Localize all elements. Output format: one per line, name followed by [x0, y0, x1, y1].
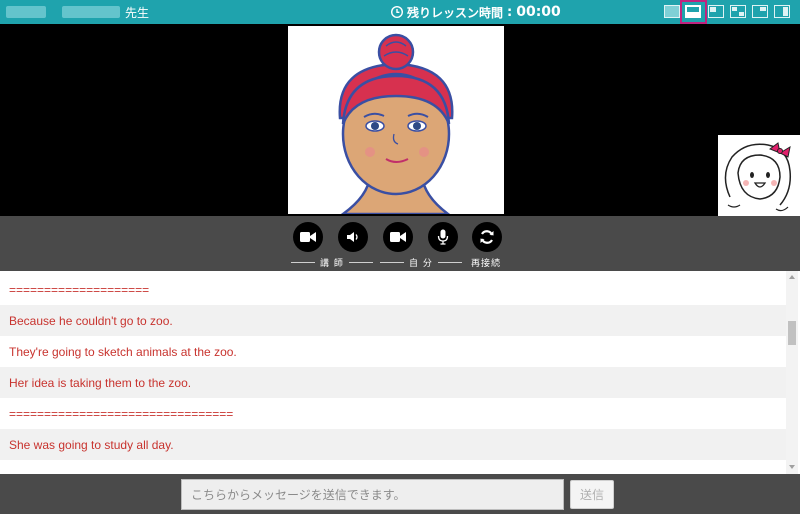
teacher-controls-label-group: 講 師: [291, 256, 373, 269]
chat-log: ==================== Because he couldn't…: [0, 271, 800, 474]
timer-value: 00:00: [516, 4, 561, 20]
chat-scrollbar[interactable]: [786, 271, 798, 474]
layout-icon: [708, 5, 724, 18]
layout-option-3[interactable]: [708, 5, 724, 18]
layout-option-1[interactable]: [664, 5, 680, 18]
send-button[interactable]: 送信: [570, 480, 614, 509]
video-camera-icon: [390, 232, 406, 242]
self-avatar-illustration: [724, 142, 792, 212]
teacher-avatar-illustration: [338, 33, 454, 214]
reconnect-label: 再接続: [471, 258, 502, 269]
chat-message: They're going to sketch animals at the z…: [9, 344, 237, 359]
refresh-icon: [480, 230, 494, 244]
message-input[interactable]: [181, 479, 564, 510]
message-input-bar: 送信: [0, 474, 800, 514]
divider-line: [380, 261, 404, 263]
selected-layout-highlight: [680, 0, 707, 24]
chat-message: ====================: [9, 282, 150, 297]
layout-option-4[interactable]: [730, 5, 746, 18]
reconnect-button[interactable]: [472, 222, 502, 252]
clock-icon: [391, 6, 403, 18]
video-camera-icon: [300, 232, 316, 242]
video-area: [0, 24, 800, 216]
layout-option-5[interactable]: [752, 5, 768, 18]
reconnect-label-group: 再接続: [471, 256, 502, 269]
self-controls-label-group: 自 分: [380, 256, 462, 269]
timer-separator: :: [507, 4, 513, 20]
microphone-icon: [437, 229, 449, 245]
lesson-timer: 残りレッスン時間 : 00:00: [390, 2, 561, 22]
call-controls: 講 師 自 分 再接続: [0, 216, 800, 271]
teacher-camera-button[interactable]: [293, 222, 323, 252]
layout-icon: [774, 5, 790, 18]
top-bar: 先生 残りレッスン時間 : 00:00: [0, 0, 800, 24]
divider-line: [437, 261, 462, 263]
divider-line: [348, 261, 373, 263]
scroll-down-arrow-icon[interactable]: [788, 463, 796, 471]
chat-message: ================================: [9, 406, 234, 421]
blurred-teacher-name: [62, 6, 120, 18]
self-camera-button[interactable]: [383, 222, 413, 252]
teacher-controls-label: 講 師: [320, 258, 344, 269]
chat-message: Because he couldn't go to zoo.: [0, 305, 786, 336]
self-video: [718, 135, 800, 216]
chat-message: She was going to study all day.: [0, 429, 786, 460]
layout-icon: [752, 5, 768, 18]
scroll-up-arrow-icon[interactable]: [788, 273, 796, 281]
teacher-video: [288, 26, 504, 214]
chat-message: [0, 460, 786, 474]
blurred-teacher-name: [6, 6, 46, 18]
divider-line: [291, 261, 315, 263]
timer-label: 残りレッスン時間: [407, 5, 504, 20]
teacher-title: 先生: [125, 6, 150, 20]
chat-message: Her idea is taking them to the zoo.: [0, 367, 786, 398]
self-controls-label: 自 分: [409, 258, 433, 269]
layout-option-6[interactable]: [774, 5, 790, 18]
speaker-icon: [347, 232, 358, 242]
layout-icon: [730, 5, 746, 18]
self-microphone-button[interactable]: [428, 222, 458, 252]
layout-icon: [664, 5, 680, 18]
scrollbar-thumb[interactable]: [788, 321, 796, 345]
teacher-speaker-button[interactable]: [338, 222, 368, 252]
